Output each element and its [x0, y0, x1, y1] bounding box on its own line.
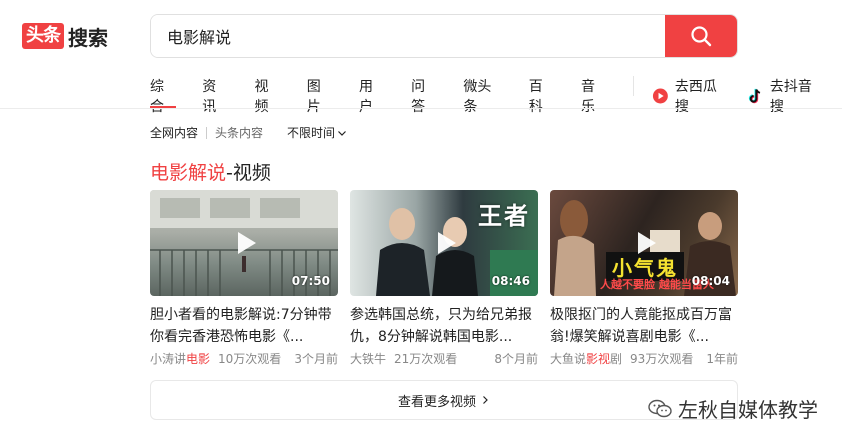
video-title[interactable]: 参选韩国总统，只为给兄弟报仇，8分钟解说韩国电影... — [350, 304, 538, 348]
filter-time-label: 不限时间 — [287, 126, 336, 140]
section-title-highlight: 电影解说 — [150, 162, 227, 184]
video-card[interactable]: 王者 08:46 参选韩国总统，只为给兄弟报仇，8分钟解说韩国电影... 大铁牛… — [350, 190, 538, 367]
tab-comprehensive[interactable]: 综合 — [150, 72, 177, 115]
video-duration: 07:50 — [291, 274, 330, 288]
video-thumbnail[interactable]: 小气鬼 人越不要脸 越能当富人 08:04 — [550, 190, 738, 296]
play-icon — [438, 232, 456, 254]
video-source-name: 小涛讲 — [150, 352, 187, 366]
logo-badge: 头条 — [22, 23, 64, 49]
tab-baike[interactable]: 百科 — [529, 72, 555, 115]
section-title[interactable]: 电影解说-视频 — [150, 158, 271, 185]
video-thumbnail[interactable]: 王者 08:46 — [350, 190, 538, 296]
play-icon — [638, 232, 656, 254]
video-source[interactable]: 大鱼说影视剧 — [550, 350, 622, 367]
video-card[interactable]: 07:50 胆小者看的电影解说:7分钟带你看完香港恐怖电影《... 小涛讲电影 … — [150, 190, 338, 367]
video-meta: 大鱼说影视剧 93万次观看 1年前 — [550, 350, 738, 367]
video-time: 8个月前 — [494, 352, 538, 366]
video-thumbnail[interactable]: 07:50 — [150, 190, 338, 296]
video-source-tail: 剧 — [610, 352, 623, 366]
tab-news[interactable]: 资讯 — [202, 72, 228, 115]
filter-time-dropdown[interactable]: 不限时间 — [287, 124, 347, 141]
video-duration: 08:46 — [491, 274, 530, 288]
video-views: 21万次观看 — [394, 352, 458, 366]
video-time: 1年前 — [706, 352, 738, 366]
xigua-search-link[interactable]: 去西瓜搜 — [652, 72, 727, 116]
search-input[interactable] — [151, 15, 665, 57]
tab-weitoutiao[interactable]: 微头条 — [463, 72, 502, 115]
douyin-label: 去抖音搜 — [769, 79, 812, 115]
video-meta: 大铁牛 21万次观看 8个月前 — [350, 350, 538, 367]
douyin-icon — [748, 88, 761, 104]
more-videos-label: 查看更多视频 — [397, 394, 476, 410]
search-icon — [691, 26, 712, 47]
video-source[interactable]: 小涛讲电影 — [150, 350, 210, 367]
video-source-name: 大鱼说 — [550, 352, 587, 366]
filter-separator — [206, 126, 208, 139]
xigua-label: 去西瓜搜 — [674, 79, 717, 115]
search-box — [150, 14, 738, 58]
search-button[interactable] — [665, 15, 737, 57]
video-card-list: 07:50 胆小者看的电影解说:7分钟带你看完香港恐怖电影《... 小涛讲电影 … — [150, 190, 750, 367]
xigua-icon — [653, 88, 668, 104]
video-title[interactable]: 胆小者看的电影解说:7分钟带你看完香港恐怖电影《... — [150, 304, 338, 348]
thumbnail-overlay-text: 王者 — [478, 202, 530, 230]
tab-images[interactable]: 图片 — [307, 72, 333, 115]
video-title[interactable]: 极限抠门的人竟能抠成百万富翁!爆笑解说喜剧电影《... — [550, 304, 738, 348]
filter-bar: 全网内容 头条内容 不限时间 — [150, 124, 347, 141]
video-source-name: 大铁牛 — [350, 352, 387, 366]
video-views: 93万次观看 — [630, 352, 694, 366]
toutiao-search-logo[interactable]: 头条 搜索 — [22, 22, 108, 50]
douyin-search-link[interactable]: 去抖音搜 — [747, 72, 822, 116]
search-tabs: 综合 资讯 视频 图片 用户 问答 微头条 百科 音乐 去西瓜搜 去抖音搜 — [150, 72, 842, 115]
video-card[interactable]: 小气鬼 人越不要脸 越能当富人 08:04 极限抠门的人竟能抠成百万富翁!爆笑解… — [550, 190, 738, 367]
filter-all-content[interactable]: 全网内容 — [150, 124, 198, 141]
play-icon — [238, 232, 256, 254]
tab-users[interactable]: 用户 — [359, 72, 385, 115]
tab-music[interactable]: 音乐 — [581, 72, 607, 115]
logo-text: 搜索 — [68, 25, 108, 50]
video-meta: 小涛讲电影 10万次观看 3个月前 — [150, 350, 338, 367]
video-source[interactable]: 大铁牛 — [350, 350, 386, 367]
section-title-rest: -视频 — [226, 162, 271, 184]
tab-qa[interactable]: 问答 — [411, 72, 437, 115]
wechat-watermark: 左秋自媒体教学 — [648, 394, 818, 423]
watermark-text: 左秋自媒体教学 — [678, 398, 818, 422]
header-divider — [0, 108, 842, 109]
video-duration: 08:04 — [691, 274, 730, 288]
chevron-right-icon — [483, 396, 488, 404]
tab-video[interactable]: 视频 — [254, 72, 280, 115]
video-views: 10万次观看 — [218, 352, 282, 366]
video-time: 3个月前 — [294, 352, 338, 366]
filter-toutiao-content[interactable]: 头条内容 — [215, 124, 263, 141]
chevron-down-icon — [338, 130, 346, 136]
video-source-highlight: 影视 — [586, 352, 611, 366]
video-source-highlight: 电影 — [186, 352, 211, 366]
tab-separator — [633, 76, 635, 96]
wechat-icon — [648, 399, 672, 417]
